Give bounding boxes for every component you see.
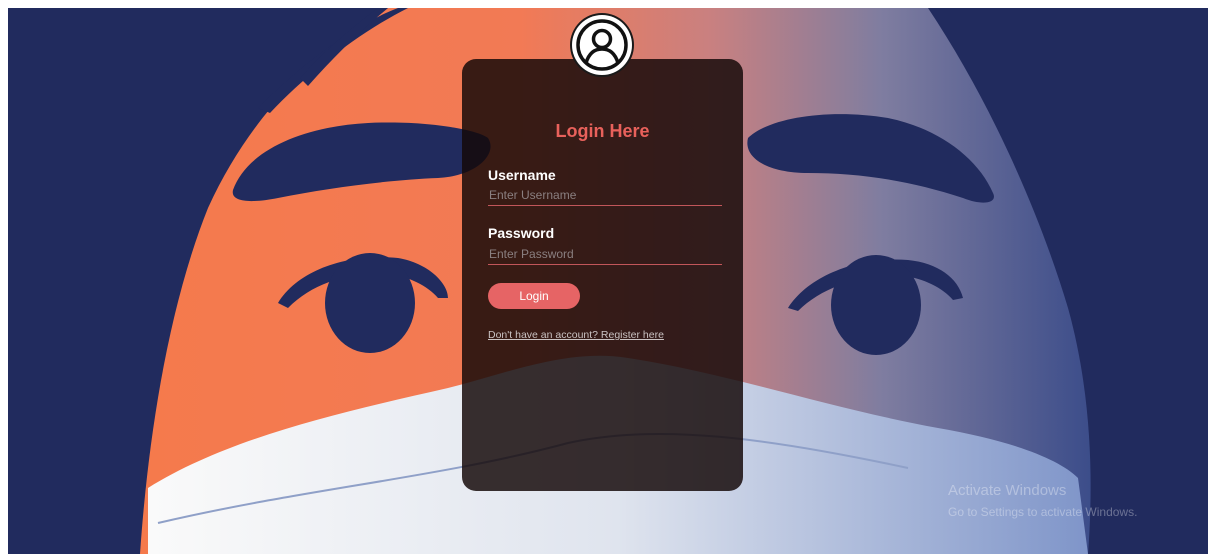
password-input[interactable]: [488, 244, 722, 265]
login-button[interactable]: Login: [488, 283, 580, 309]
login-title: Login Here: [555, 121, 650, 141]
avatar: [572, 15, 632, 75]
activate-windows-title: Activate Windows: [948, 482, 1067, 499]
username-label: Username: [488, 167, 556, 183]
username-input[interactable]: [488, 185, 722, 206]
login-card: Login Here Username Password Login Don't…: [462, 59, 743, 491]
user-circle-icon: [576, 19, 628, 71]
register-link[interactable]: Don't have an account? Register here: [488, 329, 664, 341]
activate-windows-subtitle: Go to Settings to activate Windows.: [948, 505, 1138, 519]
password-label: Password: [488, 225, 555, 241]
